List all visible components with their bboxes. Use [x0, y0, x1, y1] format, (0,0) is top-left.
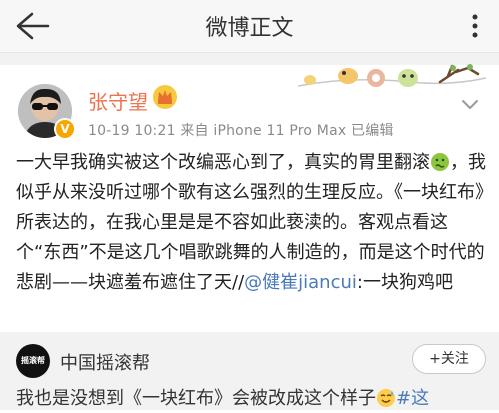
- post-text-3: :一块狗鸡吧: [356, 272, 453, 293]
- repost-body: 我也是没想到《一块红布》会被改成这个样子: [16, 388, 376, 409]
- follow-button[interactable]: +关注: [412, 344, 486, 374]
- post-meta: 10-19 10:21 来自 iPhone 11 Pro Max 已编辑: [88, 123, 394, 139]
- crown-membership-icon[interactable]: [152, 84, 178, 110]
- username[interactable]: 张守望: [88, 86, 148, 115]
- post-text-1: 一大早我确实被这个改编恶心到了，真实的胃里翻滚: [16, 152, 430, 173]
- hashtag-link[interactable]: #这: [396, 388, 429, 409]
- nauseated-face-icon: [430, 152, 450, 172]
- decoration-stickers-icon: [290, 56, 490, 96]
- sweat-smile-icon: [376, 388, 396, 408]
- repost-avatar[interactable]: 摇滚帮: [16, 344, 50, 378]
- page-title: 微博正文: [205, 16, 294, 41]
- mention-link[interactable]: @健崔jiancui: [244, 272, 357, 293]
- more-dots-icon[interactable]: [461, 12, 489, 40]
- chevron-down-icon[interactable]: [458, 92, 482, 116]
- verified-v-icon: V: [54, 118, 76, 140]
- repost-account-name[interactable]: 中国摇滚帮: [60, 349, 150, 375]
- repost-text: 我也是没想到《一块红布》会被改成这个样子 #这: [16, 384, 499, 410]
- post-body: 一大早我确实被这个改编恶心到了，真实的胃里翻滚 ，我似乎从来没听过哪个歌有这么强烈…: [16, 148, 486, 298]
